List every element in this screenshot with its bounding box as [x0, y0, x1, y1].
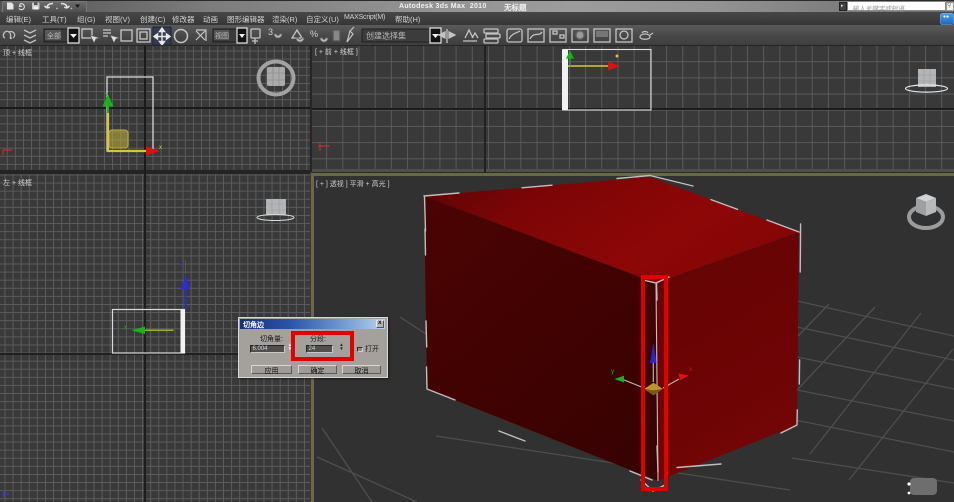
svg-text:z: z [180, 263, 183, 269]
svg-text:x: x [159, 145, 162, 151]
svg-text:x: x [124, 325, 127, 331]
svg-text:全部: 全部 [47, 31, 61, 40]
svg-text:3: 3 [268, 27, 273, 37]
svg-text:y: y [105, 92, 108, 98]
svg-text:%: % [310, 29, 318, 39]
svg-text:视图: 视图 [215, 31, 229, 40]
svg-text:创建选择集: 创建选择集 [366, 31, 406, 41]
